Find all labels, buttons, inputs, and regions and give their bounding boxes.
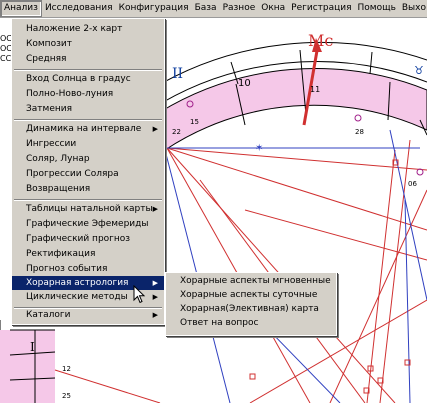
menu-item-rectification[interactable]: Ректификация [12,247,164,261]
mc-label: Mc [308,31,334,50]
menu-item-full-new-moon[interactable]: Полно-Ново-луния [12,87,164,101]
svg-text:♉: ♉ [414,64,424,77]
menu-item-sun-ingress-degree[interactable]: Вход Солнца в градус [12,72,164,86]
degree-22-label: 22 [172,128,181,136]
menu-item-label: Таблицы натальной карты [26,204,153,214]
menu-item-label: Циклические методы [26,292,128,302]
menu-item-average[interactable]: Средняя [12,52,164,66]
menu-item-solar-progressions[interactable]: Прогрессии Соляра [12,167,164,181]
submenu-item-horary-instant[interactable]: Хорарные аспекты мгновенные [166,274,336,288]
menu-registration[interactable]: Регистрация [288,0,354,17]
menu-item-label: Хорарная астрология [26,278,129,288]
mouse-cursor-icon [133,285,146,304]
menu-item-event-forecast[interactable]: Прогноз события [12,262,164,276]
menu-item-solar-lunar[interactable]: Соляр, Лунар [12,152,164,166]
menu-item-natal-tables[interactable]: Таблицы натальной карты ▶ [12,202,164,216]
menu-item-returns[interactable]: Возвращения [12,182,164,196]
degree-28-label: 28 [355,128,364,136]
menu-item-dynamics-interval[interactable]: Динамика на интервале ▶ [12,122,164,136]
menu-item-graphic-ephemerides[interactable]: Графические Эфемериды [12,217,164,231]
menu-item-label: Динамика на интервале [26,124,142,134]
menu-configuration[interactable]: Конфигурация [116,0,192,17]
submenu-arrow-icon: ▶ [152,293,158,301]
menu-misc[interactable]: Разное [220,0,259,17]
degree-25-label: 25 [62,392,71,400]
menu-separator [14,69,162,71]
menu-windows[interactable]: Окна [258,0,288,17]
menu-item-eclipses[interactable]: Затмения [12,102,164,116]
menu-item-graphic-forecast[interactable]: Графический прогноз [12,232,164,246]
menu-item-overlay-two-charts[interactable]: Наложение 2-х карт [12,22,164,36]
menu-item-catalogs[interactable]: Каталоги ▶ [12,308,164,322]
svg-text:✶: ✶ [255,143,263,154]
submenu-arrow-icon: ▶ [152,205,158,213]
submenu-item-question-answer[interactable]: Ответ на вопрос [166,316,336,330]
menu-item-label: Каталоги [26,310,71,320]
submenu-arrow-icon: ▶ [152,125,158,133]
menu-bar: Анализ Исследования Конфигурация База Ра… [0,0,427,18]
degree-15-label: 15 [190,118,199,126]
menu-research[interactable]: Исследования [42,0,116,17]
analysis-menu: Наложение 2-х карт Композит Средняя Вход… [11,18,165,325]
submenu-item-horary-daily[interactable]: Хорарные аспекты суточные [166,288,336,302]
roman-one-label: I [30,340,35,354]
menu-help[interactable]: Помощь [355,0,399,17]
submenu-arrow-icon: ▶ [152,279,158,287]
submenu-item-horary-elective-chart[interactable]: Хорарная(Элективная) карта [166,302,336,316]
degree-12-label: 12 [62,365,71,373]
menu-separator [14,119,162,121]
house-11-label: 11 [310,85,321,94]
menu-separator [14,199,162,201]
degree-06-label: 06 [408,180,417,188]
submenu-arrow-icon: ▶ [152,311,158,319]
svg-text:II: II [172,66,183,82]
house-10-label: 10 [238,78,251,89]
menu-exit[interactable]: Выхо [399,0,427,17]
menu-analysis[interactable]: Анализ [0,0,42,17]
horary-submenu: Хорарные аспекты мгновенные Хорарные асп… [165,272,337,336]
menu-database[interactable]: База [192,0,220,17]
menu-item-composite[interactable]: Композит [12,37,164,51]
menu-item-ingressions[interactable]: Ингрессии [12,137,164,151]
